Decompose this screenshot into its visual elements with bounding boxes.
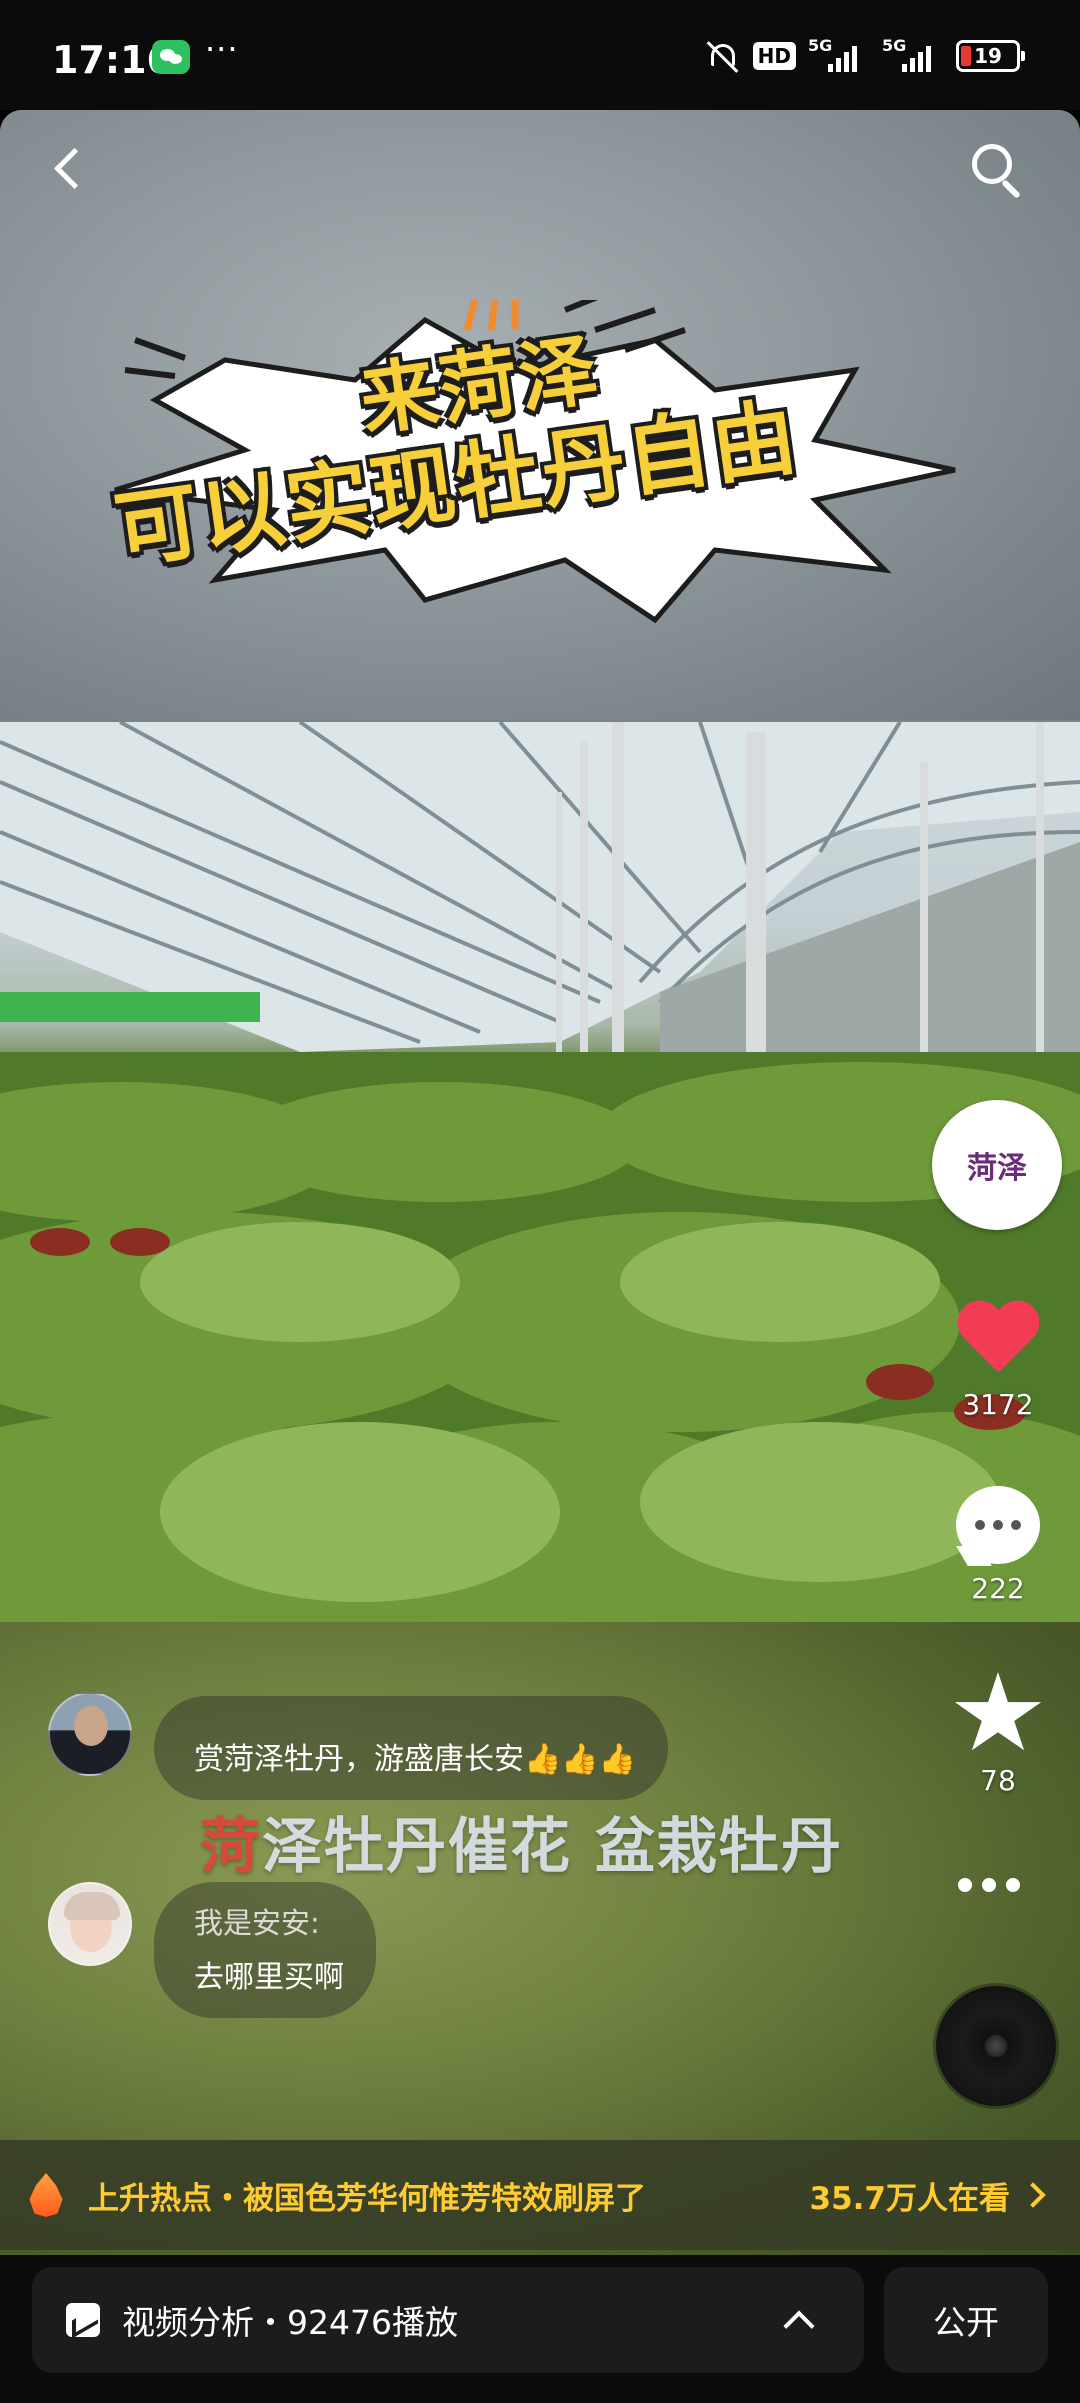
favorite-count: 78 xyxy=(980,1764,1016,1797)
hot-topic-label: 上升热点・被国色芳华何惟芳特效刷屏了 xyxy=(88,2180,646,2217)
battery-icon: 19 xyxy=(956,40,1025,72)
flame-icon xyxy=(29,2173,63,2217)
caption-title-text: 泽牡丹催花 盆栽牡丹 xyxy=(262,1812,843,1882)
status-bar: 17:16 ··· HD 5G 5G 19 xyxy=(0,0,1080,110)
comment-button[interactable]: 222 xyxy=(938,1486,1058,1605)
hot-topic-bar[interactable]: 上升热点・被国色芳华何惟芳特效刷屏了 35.7万人在看 xyxy=(0,2140,1080,2250)
comment-item[interactable]: 我是安安: 去哪里买啊 xyxy=(48,1882,376,2018)
bottom-bar: 视频分析・92476播放 公开 xyxy=(0,2255,1080,2403)
comment-icon xyxy=(956,1486,1040,1564)
chevron-up-icon xyxy=(783,2310,815,2342)
analytics-chart-icon xyxy=(66,2303,100,2337)
favorite-button[interactable]: 78 xyxy=(938,1672,1058,1797)
comment-item[interactable]: 赏菏泽牡丹，游盛唐长安👍👍👍 xyxy=(48,1692,669,1800)
video-caption-title: 菏泽牡丹催花 盆栽牡丹 xyxy=(200,1798,843,1885)
search-icon[interactable] xyxy=(966,138,1030,202)
caption-title-highlight: 菏 xyxy=(200,1812,262,1882)
comment-text: 去哪里买啊 xyxy=(194,1960,344,1995)
video-analytics-button[interactable]: 视频分析・92476播放 xyxy=(32,2267,864,2373)
hot-topic-viewers: 35.7万人在看 xyxy=(809,2180,1011,2217)
more-options-icon[interactable] xyxy=(958,1878,1020,1892)
greenhouse-scene xyxy=(0,722,1080,1732)
mute-icon xyxy=(705,38,741,74)
comment-text: 赏菏泽牡丹，游盛唐长安👍👍👍 xyxy=(194,1742,637,1777)
heart-icon xyxy=(955,1302,1041,1380)
burst-line xyxy=(133,337,187,361)
signal-icon-2: 5G xyxy=(882,36,944,74)
burst-line xyxy=(594,307,656,333)
comment-author: 我是安安: xyxy=(194,1906,320,1940)
music-disc-icon[interactable] xyxy=(936,1986,1056,2106)
battery-level: 19 xyxy=(974,44,1002,68)
hd-badge: HD xyxy=(752,42,796,70)
wechat-icon xyxy=(152,40,190,74)
creator-avatar[interactable]: 菏泽 xyxy=(932,1100,1062,1230)
brand-logo: 菏泽 xyxy=(967,1151,1027,1186)
star-icon xyxy=(954,1672,1042,1751)
burst-line xyxy=(124,367,176,379)
visibility-button[interactable]: 公开 xyxy=(884,2267,1048,2373)
status-icons: HD 5G 5G 19 xyxy=(705,36,1025,76)
avatar[interactable] xyxy=(48,1882,132,1966)
more-notifications-icon: ··· xyxy=(205,30,239,68)
like-count: 3172 xyxy=(962,1388,1034,1421)
like-button[interactable]: 3172 xyxy=(938,1302,1058,1421)
comment-bubble: 赏菏泽牡丹，游盛唐长安👍👍👍 xyxy=(154,1696,669,1800)
back-arrow-icon[interactable] xyxy=(40,140,100,200)
avatar[interactable] xyxy=(48,1692,132,1776)
comment-count: 222 xyxy=(971,1572,1025,1605)
signal-icon: 5G xyxy=(808,36,870,74)
video-analytics-label: 视频分析・92476播放 xyxy=(122,2303,458,2342)
comment-bubble: 我是安安: 去哪里买啊 xyxy=(154,1882,376,2018)
chevron-right-icon xyxy=(1020,2182,1046,2208)
